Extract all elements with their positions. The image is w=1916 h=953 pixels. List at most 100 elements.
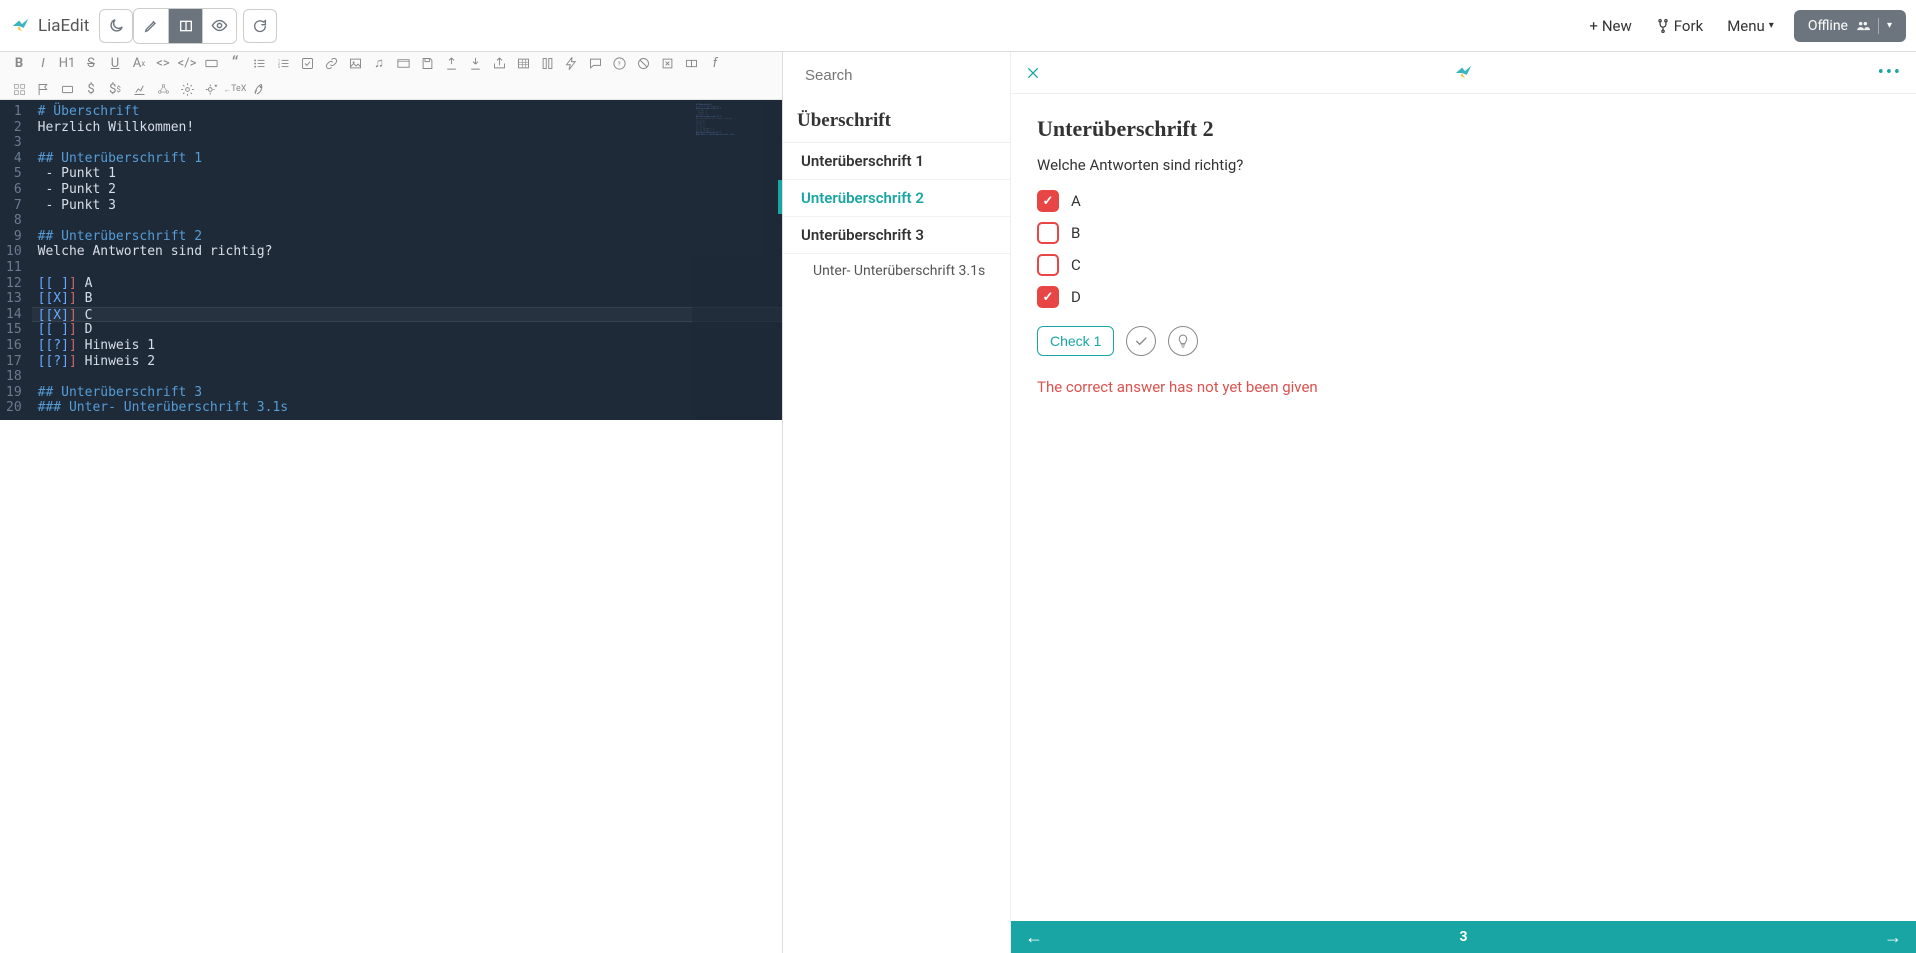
- flag-button[interactable]: [32, 78, 54, 100]
- menu-dropdown[interactable]: Menu▾: [1715, 11, 1786, 41]
- quiz-checkbox[interactable]: [1037, 190, 1059, 212]
- keyboard-button[interactable]: [200, 52, 222, 74]
- content-area: ••• Unterüberschrift 2 Welche Antworten …: [1011, 52, 1916, 953]
- line-gutter: 1234567891011121314151617181920: [0, 100, 32, 420]
- page-number: 3: [1459, 929, 1467, 945]
- ol-button[interactable]: 123: [272, 52, 294, 74]
- plus-icon: +: [1589, 17, 1598, 35]
- refresh-button[interactable]: [243, 9, 277, 43]
- quiz-option: B: [1037, 222, 1890, 244]
- toc-sidebar: Überschrift Unterüberschrift 1Unterübers…: [783, 52, 1011, 953]
- toc-item[interactable]: Unterüberschrift 2: [783, 180, 1010, 217]
- main: B I H1 S U Ax <> </> “ 123 ♫ ?: [0, 52, 1916, 953]
- audio-button[interactable]: ♫: [368, 52, 390, 74]
- caret-down-icon: ▾: [1769, 20, 1774, 31]
- quiz-checkbox[interactable]: [1037, 286, 1059, 308]
- settings-plus-button[interactable]: [200, 78, 222, 100]
- content-heading: Unterüberschrift 2: [1037, 116, 1890, 142]
- new-button[interactable]: +New: [1577, 11, 1643, 41]
- check-button[interactable]: Check 1: [1037, 326, 1114, 356]
- hummingbird-icon: [10, 15, 32, 37]
- quiz-checkbox[interactable]: [1037, 254, 1059, 276]
- export-button[interactable]: [440, 52, 462, 74]
- grid-button[interactable]: [8, 78, 30, 100]
- quote-button[interactable]: “: [224, 52, 246, 74]
- toc-title[interactable]: Überschrift: [783, 98, 1010, 143]
- check-circle-icon: [1133, 333, 1149, 349]
- card-button[interactable]: [56, 78, 78, 100]
- fork-icon: [1656, 19, 1670, 33]
- columns-icon: [178, 18, 194, 34]
- toc-item[interactable]: Unterüberschrift 3: [783, 217, 1010, 254]
- more-menu-button[interactable]: •••: [1878, 62, 1902, 83]
- import-button[interactable]: [464, 52, 486, 74]
- help-circle-button[interactable]: ?: [608, 52, 630, 74]
- bolt-button[interactable]: [560, 52, 582, 74]
- quiz-question: Welche Antworten sind richtig?: [1037, 156, 1890, 174]
- strike-button[interactable]: S: [80, 52, 102, 74]
- bold-button[interactable]: B: [8, 52, 30, 74]
- quiz-option: D: [1037, 286, 1890, 308]
- table-button[interactable]: [512, 52, 534, 74]
- caret-down-icon: ▾: [1887, 20, 1892, 31]
- preview-logo: [1453, 62, 1475, 84]
- edit-mode-button[interactable]: [134, 9, 168, 43]
- hint-button[interactable]: [1168, 326, 1198, 356]
- chart-button[interactable]: [128, 78, 150, 100]
- heading-button[interactable]: H1: [56, 52, 78, 74]
- comment-button[interactable]: [584, 52, 606, 74]
- superscript-button[interactable]: Ax: [128, 52, 150, 74]
- topbar: LiaEdit +New Fork Menu▾ Offline ▾: [0, 0, 1916, 52]
- code-content[interactable]: # ÜberschriftHerzlich Willkommen!## Unte…: [32, 100, 782, 420]
- settings-button[interactable]: [176, 78, 198, 100]
- preview-pane: Überschrift Unterüberschrift 1Unterübers…: [782, 52, 1916, 953]
- tex-button[interactable]: ←TeX: [224, 78, 246, 100]
- link-button[interactable]: [320, 52, 342, 74]
- column-button[interactable]: [536, 52, 558, 74]
- save-button[interactable]: [416, 52, 438, 74]
- toc-subitem[interactable]: Unter- Unterüberschrift 3.1s: [783, 254, 1010, 288]
- group-button[interactable]: [680, 52, 702, 74]
- minimap[interactable]: # ÜberschriftHerzlich Willkommen!## Unte…: [692, 100, 782, 420]
- toc-item[interactable]: Unterüberschrift 1: [783, 143, 1010, 180]
- image-button[interactable]: [344, 52, 366, 74]
- content-body: Unterüberschrift 2 Welche Antworten sind…: [1011, 94, 1916, 921]
- codeblock-button[interactable]: </>: [176, 52, 198, 74]
- svg-text:?: ?: [617, 60, 620, 68]
- search-row: [783, 52, 1010, 98]
- search-input[interactable]: [805, 67, 1004, 84]
- quiz-option: C: [1037, 254, 1890, 276]
- underline-button[interactable]: U: [104, 52, 126, 74]
- target-button[interactable]: [632, 52, 654, 74]
- function-button[interactable]: f: [704, 52, 726, 74]
- code-button[interactable]: <>: [152, 52, 174, 74]
- close-toc-button[interactable]: [1025, 65, 1041, 81]
- dark-mode-button[interactable]: [99, 9, 133, 43]
- video-button[interactable]: [392, 52, 414, 74]
- prev-page-button[interactable]: ←: [1025, 927, 1043, 948]
- ul-button[interactable]: [248, 52, 270, 74]
- lightbulb-icon: [1175, 333, 1191, 349]
- italic-button[interactable]: I: [32, 52, 54, 74]
- close-box-button[interactable]: [656, 52, 678, 74]
- task-button[interactable]: [296, 52, 318, 74]
- format-toolbar: B I H1 S U Ax <> </> “ 123 ♫ ?: [0, 52, 782, 100]
- reveal-button[interactable]: [1126, 326, 1156, 356]
- code-editor[interactable]: 1234567891011121314151617181920 # Übersc…: [0, 100, 782, 420]
- pager: ← 3 →: [1011, 921, 1916, 953]
- quiz-option: A: [1037, 190, 1890, 212]
- split-mode-button[interactable]: [168, 9, 202, 43]
- next-page-button[interactable]: →: [1884, 927, 1902, 948]
- app-logo: LiaEdit: [10, 15, 89, 37]
- offline-button[interactable]: Offline ▾: [1794, 10, 1906, 42]
- share-button[interactable]: [488, 52, 510, 74]
- preview-mode-button[interactable]: [202, 9, 236, 43]
- hummingbird-icon: [1453, 62, 1475, 84]
- fork-button[interactable]: Fork: [1644, 11, 1715, 41]
- math-block-button[interactable]: $$: [104, 78, 126, 100]
- quiz-checkbox[interactable]: [1037, 222, 1059, 244]
- quiz-option-label: D: [1071, 288, 1081, 306]
- rocket-button[interactable]: [248, 78, 270, 100]
- math-button[interactable]: $: [80, 78, 102, 100]
- graph-button[interactable]: [152, 78, 174, 100]
